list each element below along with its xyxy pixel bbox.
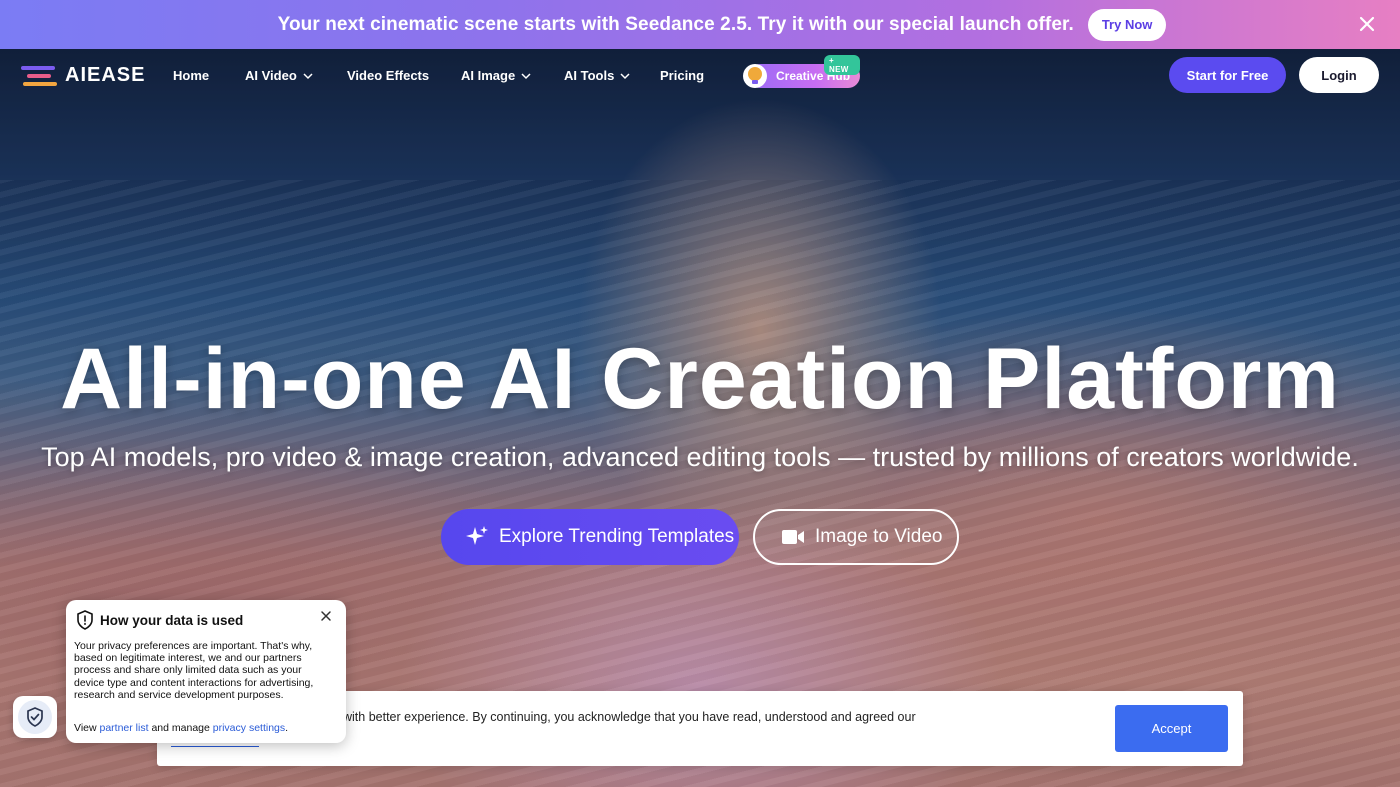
- new-badge: + NEW: [824, 55, 860, 75]
- video-camera-icon: [782, 530, 804, 544]
- promo-text: Your next cinematic scene starts with Se…: [277, 13, 1074, 35]
- image-to-video-label: Image to Video: [815, 526, 943, 547]
- close-icon[interactable]: [320, 610, 332, 622]
- logo-icon: [21, 65, 57, 86]
- nav-ai-image[interactable]: AI Image: [461, 68, 531, 83]
- accept-button[interactable]: Accept: [1115, 705, 1228, 752]
- chevron-down-icon: [620, 72, 630, 79]
- nav-ai-tools-label: AI Tools: [564, 68, 615, 83]
- nav-ai-video[interactable]: AI Video: [245, 68, 313, 83]
- explore-templates-label: Explore Trending Templates: [499, 526, 735, 547]
- nav-home-label: Home: [173, 68, 210, 83]
- nav-video-effects[interactable]: Video Effects: [347, 68, 429, 83]
- top-nav: AIEASE Home AI Video Video Effects AI Im…: [0, 49, 1400, 103]
- privacy-popup: How your data is used Your privacy prefe…: [66, 600, 346, 743]
- nav-home[interactable]: Home: [173, 68, 209, 83]
- sparkle-icon: [466, 526, 488, 545]
- nav-video-effects-label: Video Effects: [347, 68, 430, 83]
- close-icon[interactable]: [1356, 13, 1378, 35]
- hero-subline: Top AI models, pro video & image creatio…: [41, 442, 1359, 472]
- creative-hub-button[interactable]: Creative Hub + NEW: [740, 55, 860, 88]
- chevron-down-icon: [303, 72, 313, 79]
- nav-ai-tools[interactable]: AI Tools: [564, 68, 630, 83]
- nav-pricing[interactable]: Pricing: [660, 68, 704, 83]
- privacy-footer: View partner list and manage privacy set…: [74, 722, 288, 734]
- brand-logo[interactable]: AIEASE: [21, 64, 145, 87]
- nav-pricing-label: Pricing: [660, 68, 705, 83]
- cookie-text: with better experience. By continuing, y…: [343, 710, 916, 724]
- promo-banner: Your next cinematic scene starts with Se…: [0, 0, 1400, 49]
- chevron-down-icon: [521, 72, 531, 79]
- privacy-title: How your data is used: [100, 612, 244, 628]
- nav-ai-image-label: AI Image: [461, 68, 516, 83]
- partner-list-link[interactable]: partner list: [100, 722, 149, 734]
- try-now-button[interactable]: Try Now: [1087, 8, 1167, 41]
- brand-name: AIEASE: [65, 64, 146, 86]
- and-manage-text: and manage: [151, 722, 210, 734]
- explore-templates-button[interactable]: Explore Trending Templates: [441, 509, 739, 565]
- start-free-button[interactable]: Start for Free: [1169, 57, 1286, 93]
- shield-check-icon: [27, 707, 43, 727]
- privacy-settings-link[interactable]: privacy settings: [213, 722, 285, 734]
- view-text: View: [74, 722, 97, 734]
- privacy-header: How your data is used: [76, 610, 243, 630]
- privacy-body: Your privacy preferences are important. …: [74, 640, 314, 701]
- nav-ai-video-label: AI Video: [245, 68, 297, 83]
- hero-headline: All-in-one AI Creation Platform: [60, 331, 1340, 427]
- privacy-settings-button[interactable]: [13, 696, 57, 738]
- period-text: .: [285, 722, 289, 734]
- shield-icon: [77, 610, 93, 630]
- shield-icon-container: [18, 700, 52, 734]
- login-button[interactable]: Login: [1299, 57, 1379, 93]
- image-to-video-button[interactable]: Image to Video: [753, 509, 959, 565]
- bulb-icon: [743, 64, 767, 88]
